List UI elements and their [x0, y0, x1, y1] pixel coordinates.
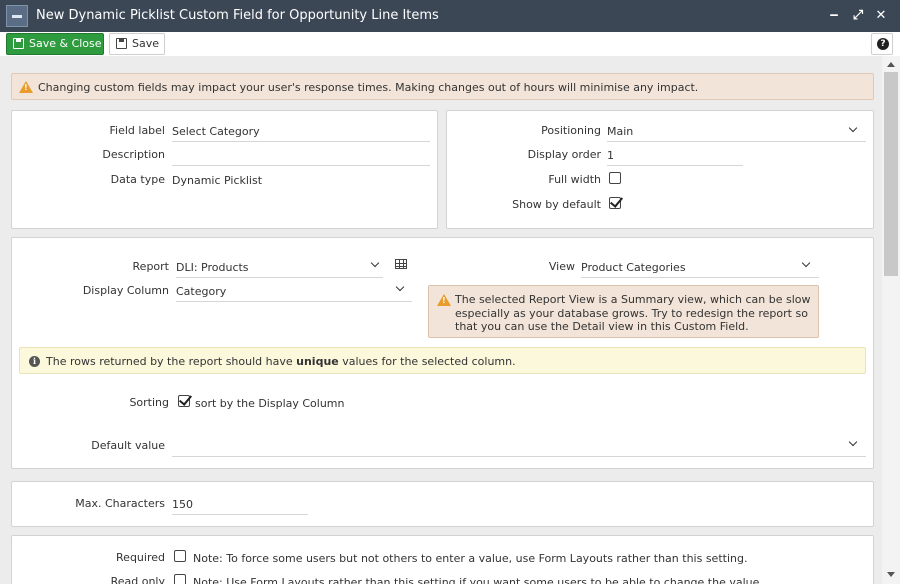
view-label: View	[548, 260, 575, 273]
impact-warning-text: Changing custom fields may impact your u…	[38, 81, 699, 94]
description-underline	[172, 165, 430, 166]
chevron-down-icon[interactable]	[848, 437, 858, 447]
data-type-value: Dynamic Picklist	[172, 174, 263, 187]
report-select[interactable]: DLI: Products	[176, 261, 249, 274]
chevron-down-icon[interactable]	[395, 282, 405, 292]
options-panel: Required Note: To force some users but n…	[11, 535, 874, 584]
positioning-panel: Positioning Main Display order 1 Full wi…	[446, 110, 874, 229]
scroll-down-arrow-icon[interactable]	[887, 572, 895, 577]
display-order-underline	[607, 165, 743, 166]
chevron-down-icon[interactable]	[370, 258, 380, 268]
positioning-select[interactable]: Main	[607, 125, 633, 138]
required-note: Note: To force some users but not others…	[193, 552, 748, 565]
close-icon[interactable]: ✕	[872, 6, 890, 26]
scrollbar-thumb[interactable]	[884, 72, 898, 276]
report-label: Report	[132, 260, 169, 273]
read-only-checkbox[interactable]	[174, 574, 186, 584]
maximize-icon[interactable]: ⤢	[849, 6, 867, 26]
display-order-label: Display order	[527, 148, 601, 161]
unique-values-info: i The rows returned by the report should…	[19, 347, 866, 374]
positioning-label: Positioning	[541, 124, 601, 137]
max-characters-input[interactable]: 150	[172, 498, 193, 511]
positioning-underline	[607, 141, 866, 142]
display-order-input[interactable]: 1	[607, 149, 614, 162]
full-width-label: Full width	[548, 173, 601, 186]
warning-icon	[19, 81, 33, 93]
field-details-panel: Field label Select Category Description …	[11, 110, 438, 229]
save-icon	[116, 38, 127, 49]
window-title: New Dynamic Picklist Custom Field for Op…	[36, 8, 439, 23]
toolbar: Save & Close Save ?	[0, 32, 900, 56]
view-select[interactable]: Product Categories	[581, 261, 686, 274]
save-close-label: Save & Close	[29, 37, 102, 50]
max-characters-underline	[172, 514, 308, 515]
report-underline	[176, 277, 383, 278]
display-column-underline	[176, 301, 412, 302]
form-content: Changing custom fields may impact your u…	[0, 56, 882, 584]
save-label: Save	[132, 37, 160, 50]
sorting-option-text: sort by the Display Column	[195, 397, 345, 410]
summary-view-warning-text: The selected Report View is a Summary vi…	[455, 293, 811, 333]
field-label-input[interactable]: Select Category	[172, 125, 260, 138]
read-only-note: Note: Use Form Layouts rather than this …	[193, 576, 763, 584]
chevron-down-icon[interactable]	[848, 123, 858, 133]
display-column-select[interactable]: Category	[176, 285, 226, 298]
help-icon: ?	[877, 38, 889, 50]
minimize-icon[interactable]: ‒	[825, 6, 843, 26]
warning-icon	[437, 294, 451, 306]
save-icon	[13, 38, 24, 49]
picklist-source-panel: Report DLI: Products Display Column Cate…	[11, 237, 874, 469]
sorting-label: Sorting	[129, 396, 169, 409]
read-only-label: Read only	[110, 575, 165, 584]
required-checkbox[interactable]	[174, 550, 186, 562]
window-icon	[6, 5, 28, 27]
view-underline	[581, 277, 819, 278]
summary-view-warning: The selected Report View is a Summary vi…	[428, 285, 819, 338]
impact-warning: Changing custom fields may impact your u…	[11, 73, 874, 100]
title-bar: New Dynamic Picklist Custom Field for Op…	[0, 0, 900, 32]
required-label: Required	[116, 551, 165, 564]
limits-panel: Max. Characters 150	[11, 481, 874, 527]
chevron-down-icon[interactable]	[801, 258, 811, 268]
scroll-up-arrow-icon[interactable]	[887, 62, 895, 67]
unique-values-info-text: The rows returned by the report should h…	[46, 355, 516, 368]
description-label: Description	[102, 148, 165, 161]
sorting-checkbox[interactable]	[178, 395, 190, 407]
save-close-button[interactable]: Save & Close	[6, 33, 104, 55]
default-value-label: Default value	[91, 439, 165, 452]
show-by-default-label: Show by default	[512, 198, 601, 211]
default-value-underline	[172, 456, 866, 457]
table-grid-icon[interactable]	[395, 259, 407, 269]
save-button[interactable]: Save	[109, 33, 165, 55]
help-button[interactable]: ?	[871, 33, 893, 55]
field-label-label: Field label	[109, 124, 166, 137]
full-width-checkbox[interactable]	[609, 172, 621, 184]
max-characters-label: Max. Characters	[75, 497, 165, 510]
field-label-underline	[172, 141, 430, 142]
data-type-label: Data type	[110, 173, 165, 186]
info-icon: i	[29, 356, 40, 367]
show-by-default-checkbox[interactable]	[609, 197, 621, 209]
display-column-label: Display Column	[82, 284, 169, 297]
vertical-scrollbar[interactable]	[882, 56, 900, 584]
